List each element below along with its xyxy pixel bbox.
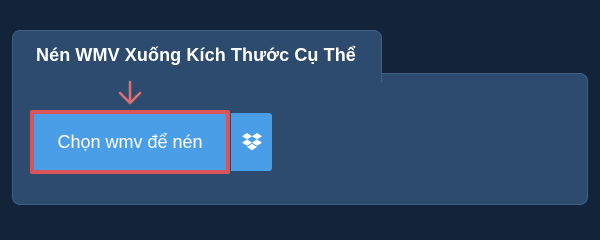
tab-title: Nén WMV Xuống Kích Thước Cụ Thể: [36, 45, 356, 65]
dropbox-icon: [241, 133, 262, 151]
choose-file-label: Chọn wmv để nén: [57, 131, 203, 152]
choose-file-button[interactable]: Chọn wmv để nén: [30, 110, 230, 174]
tab-compress-wmv[interactable]: Nén WMV Xuống Kích Thước Cụ Thể: [12, 30, 382, 82]
dropbox-button[interactable]: [231, 113, 272, 171]
down-arrow-icon: [118, 80, 142, 105]
